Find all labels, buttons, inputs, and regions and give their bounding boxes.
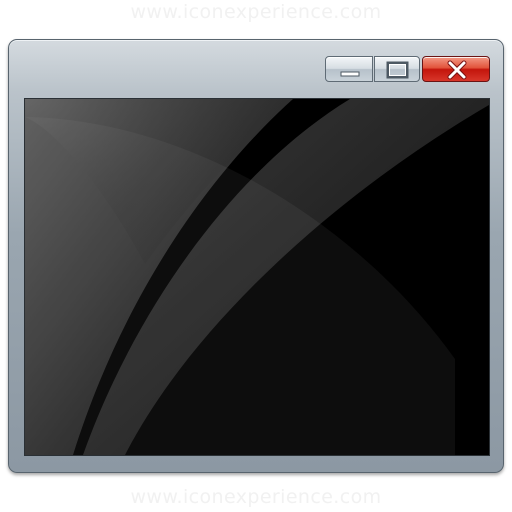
minimize-icon — [340, 71, 360, 77]
maximize-icon — [386, 61, 409, 79]
window-content-area — [24, 98, 490, 456]
application-window — [8, 39, 504, 473]
watermark-bottom: www.iconexperience.com — [130, 486, 382, 508]
watermark-top: www.iconexperience.com — [130, 1, 382, 23]
close-button[interactable] — [422, 56, 490, 82]
title-bar[interactable] — [9, 40, 503, 96]
maximize-button[interactable] — [374, 56, 420, 82]
close-icon — [447, 60, 467, 80]
minimize-button[interactable] — [325, 56, 373, 82]
content-reflection-graphic — [25, 99, 489, 455]
